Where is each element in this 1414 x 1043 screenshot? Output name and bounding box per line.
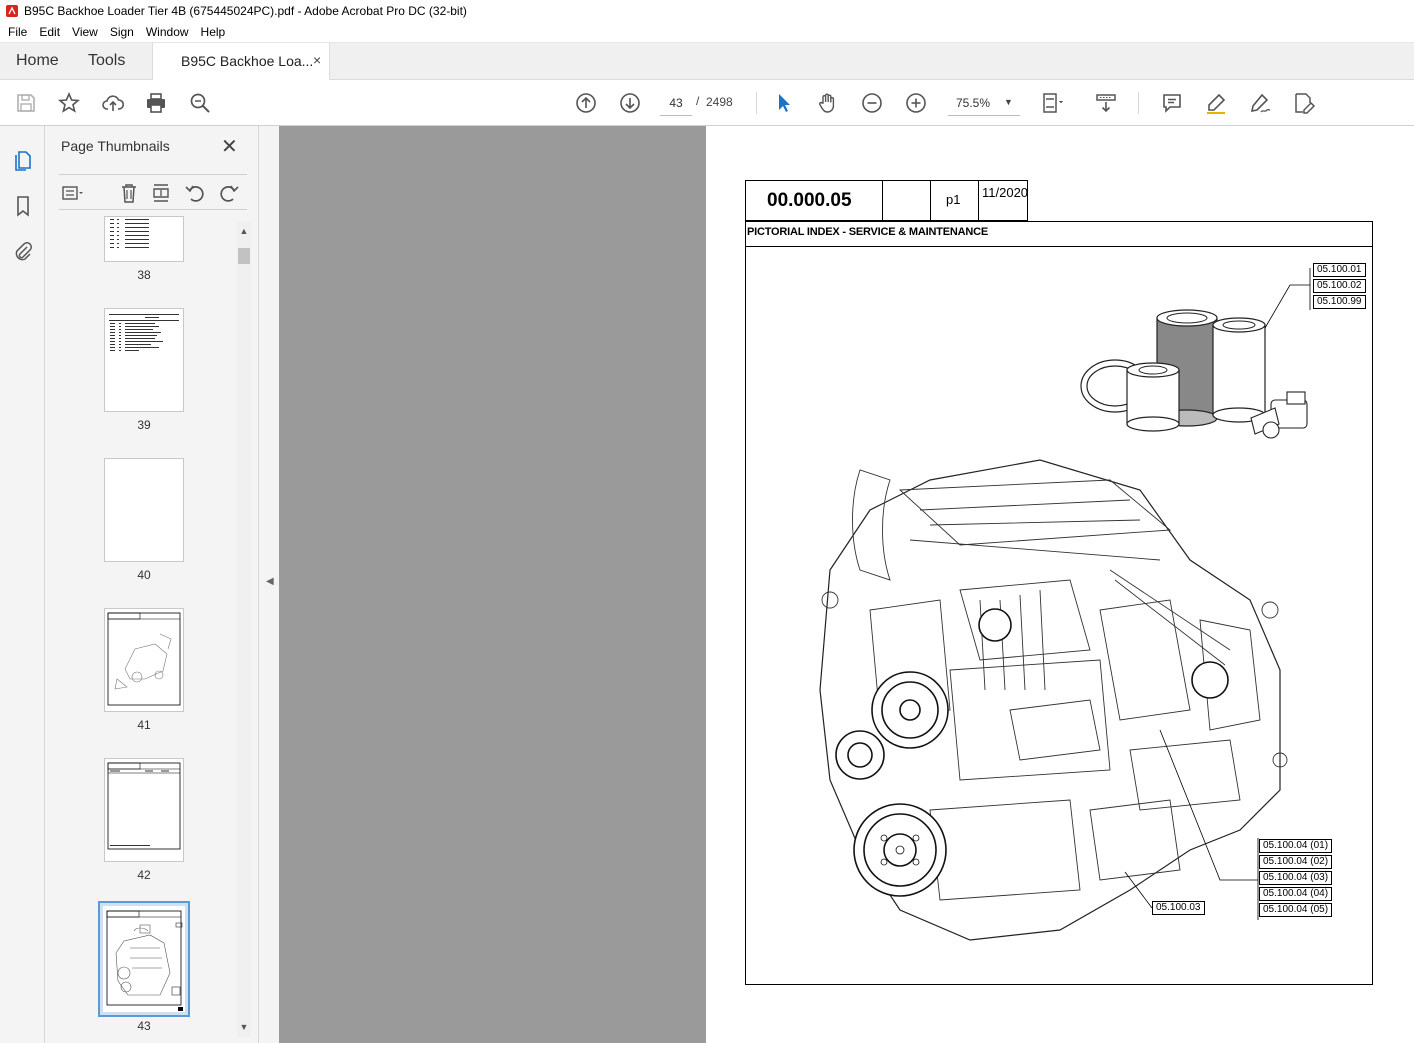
ref-label: 05.100.03 [1152,901,1205,915]
scroll-down-icon[interactable]: ▼ [237,1022,251,1032]
thumbnail-page-38[interactable] [104,216,184,262]
pointer-icon[interactable] [772,91,796,115]
header-cell-empty [883,181,931,220]
tab-tools[interactable]: Tools [88,43,125,79]
document-header-table: 00.000.05 p1 11/2020 [745,180,1028,221]
thumbnail-page-39-preview [109,314,179,351]
page-separator: / [696,94,700,108]
ref-label: 05.100.04 (01) [1259,839,1333,853]
ref-label: 05.100.02 [1313,279,1366,293]
thumbnail-page-38-preview [110,219,149,248]
tab-bar: Home Tools B95C Backhoe Loa... × [0,43,1414,80]
ref-label: 05.100.01 [1313,263,1366,277]
heading-rule [745,246,1373,247]
comment-icon[interactable] [1160,91,1184,115]
thumbnail-scrollbar[interactable]: ▲ ▼ [237,222,251,1037]
thumbnail-label-41: 41 [137,718,151,732]
extract-pages-icon[interactable] [149,181,173,205]
menu-edit[interactable]: Edit [33,25,66,39]
rotate-left-icon[interactable] [183,181,207,205]
chevron-down-icon: ▼ [1004,97,1013,107]
document-viewer-background [279,126,706,1043]
thumbnail-page-42-preview [107,762,181,850]
scroll-mode-icon[interactable] [1094,91,1118,115]
toolbar-divider [756,92,757,114]
star-icon[interactable] [57,91,81,115]
fit-page-icon[interactable] [1040,91,1064,115]
collapse-panel-icon[interactable]: ◀ [266,576,274,587]
thumbnail-page-40[interactable] [104,458,184,562]
thumbnail-label-39: 39 [137,418,151,432]
ref-label: 05.100.04 (03) [1259,871,1333,885]
thumbnail-label-42: 42 [137,868,151,882]
thumbnail-page-39[interactable] [104,308,184,412]
thumbnail-page-43-preview [103,906,185,1012]
menu-sign[interactable]: Sign [104,25,140,39]
arrow-down-circle-icon[interactable] [618,91,642,115]
document-heading: PICTORIAL INDEX - SERVICE & MAINTENANCE [747,226,988,238]
close-icon[interactable]: ✕ [221,134,238,159]
rotate-right-icon[interactable] [217,181,241,205]
thumbnail-list: 38 39 40 41 42 43 [45,216,237,1043]
header-cell-code: 00.000.05 [746,181,883,220]
ref-label: 05.100.04 (05) [1259,903,1333,917]
tab-document-label: B95C Backhoe Loa... [181,53,314,69]
document-code: 00.000.05 [767,190,852,211]
delete-icon[interactable] [117,181,141,205]
ref-label: 05.100.99 [1313,295,1366,309]
main-toolbar: 43 / 2498 75.5% ▼ [0,80,1414,126]
arrow-up-circle-icon[interactable] [574,91,598,115]
panel-title: Page Thumbnails [61,138,170,154]
print-icon[interactable] [144,91,168,115]
zoom-value: 75.5% [956,96,991,110]
menu-view[interactable]: View [66,25,104,39]
title-bar: B95C Backhoe Loader Tier 4B (675445024PC… [0,0,1414,22]
sign-icon[interactable] [1248,91,1272,115]
thumbnail-page-41[interactable] [104,608,184,712]
thumbnails-panel: Page Thumbnails ✕ 38 39 40 41 42 43 ▲ ▼ [45,126,258,1043]
options-menu-icon[interactable] [61,181,85,205]
upload-cloud-icon[interactable] [101,91,125,115]
thumbnail-page-41-preview [107,612,181,706]
page-thumbnails-icon[interactable] [11,148,35,172]
document-page-label: p1 [946,192,961,207]
thumbnail-label-40: 40 [137,568,151,582]
menu-help[interactable]: Help [195,25,232,39]
left-navigation-rail [0,126,45,1043]
menu-window[interactable]: Window [140,25,195,39]
window-title: B95C Backhoe Loader Tier 4B (675445024PC… [24,4,467,18]
hand-icon[interactable] [816,91,840,115]
scrollbar-thumb[interactable] [238,248,250,264]
save-icon[interactable] [14,91,38,115]
page-number-input[interactable]: 43 [660,90,692,116]
thumbnail-page-42[interactable] [104,758,184,862]
thumbnail-toolbar [59,174,247,210]
zoom-in-icon[interactable] [904,91,928,115]
page-total: 2498 [706,95,733,109]
ref-label: 05.100.04 (02) [1259,855,1333,869]
paperclip-icon[interactable] [11,240,35,264]
thumbnail-label-43: 43 [137,1019,151,1033]
ref-label: 05.100.04 (04) [1259,887,1333,901]
document-date: 11/2020 [982,185,1029,200]
leader-lines [1124,268,1311,920]
tab-document[interactable]: B95C Backhoe Loa... × [152,43,330,80]
tab-close-icon[interactable]: × [313,52,321,68]
zoom-search-icon[interactable] [188,91,212,115]
scroll-up-icon[interactable]: ▲ [237,226,251,236]
menu-bar: File Edit View Sign Window Help [0,22,1414,43]
acrobat-app-icon [6,5,18,17]
zoom-out-icon[interactable] [860,91,884,115]
bookmark-icon[interactable] [11,194,35,218]
toolbar-divider [1138,92,1139,114]
menu-file[interactable]: File [2,25,33,39]
edit-pdf-icon[interactable] [1292,91,1316,115]
tab-home[interactable]: Home [16,43,59,79]
panel-splitter[interactable]: ◀ [258,126,279,1043]
zoom-level-select[interactable]: 75.5% ▼ [948,90,1020,116]
highlight-pen-icon[interactable] [1204,91,1228,115]
thumbnail-label-38: 38 [137,268,151,282]
thumbnail-page-43-selected[interactable] [98,901,190,1017]
